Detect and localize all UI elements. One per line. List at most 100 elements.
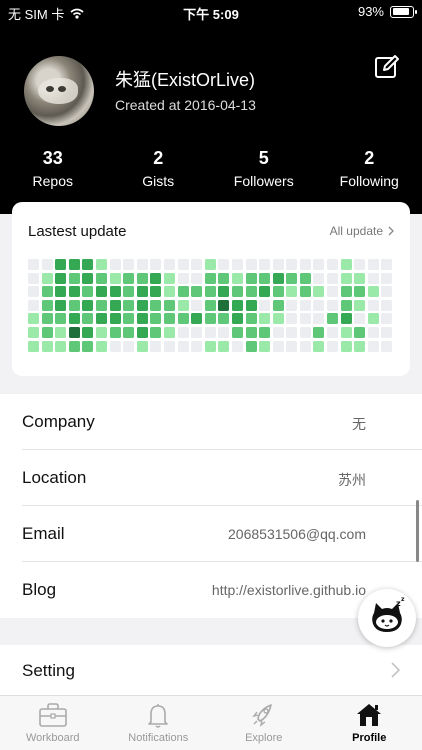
contribution-cell <box>245 272 257 284</box>
contribution-cell <box>381 340 393 352</box>
contribution-cell <box>313 259 325 270</box>
contribution-cell <box>177 272 189 284</box>
contribution-cell <box>204 259 216 270</box>
contribution-cell <box>82 259 94 270</box>
contribution-cell <box>68 259 80 270</box>
contribution-cell <box>163 326 175 338</box>
contribution-cell <box>191 340 203 352</box>
contribution-cell <box>41 259 53 270</box>
contribution-cell <box>354 326 366 338</box>
contribution-cell <box>367 286 379 298</box>
contribution-cell <box>55 313 67 325</box>
avatar[interactable] <box>24 56 94 126</box>
contribution-cell <box>95 313 107 325</box>
contribution-cell <box>327 259 339 270</box>
contribution-cell <box>231 326 243 338</box>
contribution-cell <box>272 299 284 311</box>
scrollbar[interactable] <box>416 500 419 562</box>
contribution-cell <box>354 299 366 311</box>
chevron-right-icon <box>388 226 394 236</box>
stat-following[interactable]: 2 Following <box>317 148 422 189</box>
contribution-cell <box>299 286 311 298</box>
edit-profile-icon[interactable] <box>374 54 400 80</box>
octocat-float-button[interactable]: z z <box>358 589 416 647</box>
contribution-cell <box>68 340 80 352</box>
contribution-cell <box>272 326 284 338</box>
contribution-cell <box>150 326 162 338</box>
contribution-cell <box>177 313 189 325</box>
contribution-cell <box>41 272 53 284</box>
contribution-cell <box>95 259 107 270</box>
contribution-cell <box>150 299 162 311</box>
stat-label: Followers <box>233 173 294 189</box>
contribution-cell <box>340 299 352 311</box>
info-row-email[interactable]: Email 2068531506@qq.com <box>22 506 422 562</box>
contribution-cell <box>55 299 67 311</box>
all-update-link[interactable]: All update <box>330 224 394 238</box>
contribution-cell <box>163 259 175 270</box>
tab-notifications[interactable]: Notifications <box>106 696 212 750</box>
contribution-cell <box>231 340 243 352</box>
contribution-cell <box>259 272 271 284</box>
contribution-cell <box>136 340 148 352</box>
contribution-cell <box>299 340 311 352</box>
tab-label: Profile <box>352 732 387 744</box>
contribution-cell <box>109 326 121 338</box>
tab-bar: Workboard Notifications Explore Profile <box>0 695 422 750</box>
info-row-location[interactable]: Location 苏州 <box>22 450 422 506</box>
contribution-cell <box>68 286 80 298</box>
contribution-cell <box>55 340 67 352</box>
contribution-cell <box>204 313 216 325</box>
info-row-company[interactable]: Company 无 <box>22 394 422 450</box>
contribution-cell <box>354 259 366 270</box>
contribution-cell <box>299 299 311 311</box>
contribution-cell <box>28 326 39 338</box>
contribution-cell <box>381 326 393 338</box>
contribution-cell <box>286 259 298 270</box>
stat-gists[interactable]: 2 Gists <box>106 148 212 189</box>
contribution-cell <box>299 259 311 270</box>
contribution-cell <box>286 272 298 284</box>
contribution-cell <box>245 340 257 352</box>
contribution-cell <box>95 286 107 298</box>
setting-row[interactable]: Setting <box>0 645 422 697</box>
stat-repos[interactable]: 33 Repos <box>0 148 106 189</box>
contribution-cell <box>41 326 53 338</box>
contribution-cell <box>191 286 203 298</box>
contribution-cell <box>191 299 203 311</box>
contribution-cell <box>340 340 352 352</box>
contribution-cell <box>367 313 379 325</box>
contribution-cell <box>204 299 216 311</box>
contribution-cell <box>340 272 352 284</box>
contributions-card: Lastest update All update <box>12 202 410 376</box>
contribution-cell <box>218 286 230 298</box>
card-title: Lastest update <box>28 223 127 240</box>
house-icon <box>357 704 382 726</box>
contribution-cell <box>272 286 284 298</box>
contribution-cell <box>231 259 243 270</box>
profile-header: 朱猛(ExistOrLive) Created at 2016-04-13 33… <box>0 24 422 214</box>
contribution-cell <box>231 272 243 284</box>
contribution-cell <box>327 299 339 311</box>
tab-explore[interactable]: Explore <box>211 696 317 750</box>
contribution-cell <box>177 326 189 338</box>
battery-icon <box>390 5 417 18</box>
stats-row: 33 Repos 2 Gists 5 Followers 2 Following <box>0 148 422 189</box>
contribution-cell <box>381 259 393 270</box>
contribution-cell <box>272 259 284 270</box>
row-label: Email <box>22 524 65 543</box>
stat-followers[interactable]: 5 Followers <box>211 148 317 189</box>
tab-profile[interactable]: Profile <box>317 696 422 750</box>
row-label: Blog <box>22 580 57 599</box>
contribution-cell <box>286 313 298 325</box>
contribution-cell <box>68 326 80 338</box>
status-right: 93% <box>358 4 417 19</box>
stat-label: Repos <box>32 173 73 189</box>
row-label: Location <box>22 468 87 487</box>
contribution-cell <box>28 299 39 311</box>
tab-workboard[interactable]: Workboard <box>0 696 106 750</box>
contribution-cell <box>313 299 325 311</box>
contribution-cell <box>191 326 203 338</box>
contribution-cell <box>177 286 189 298</box>
contribution-cell <box>381 313 393 325</box>
